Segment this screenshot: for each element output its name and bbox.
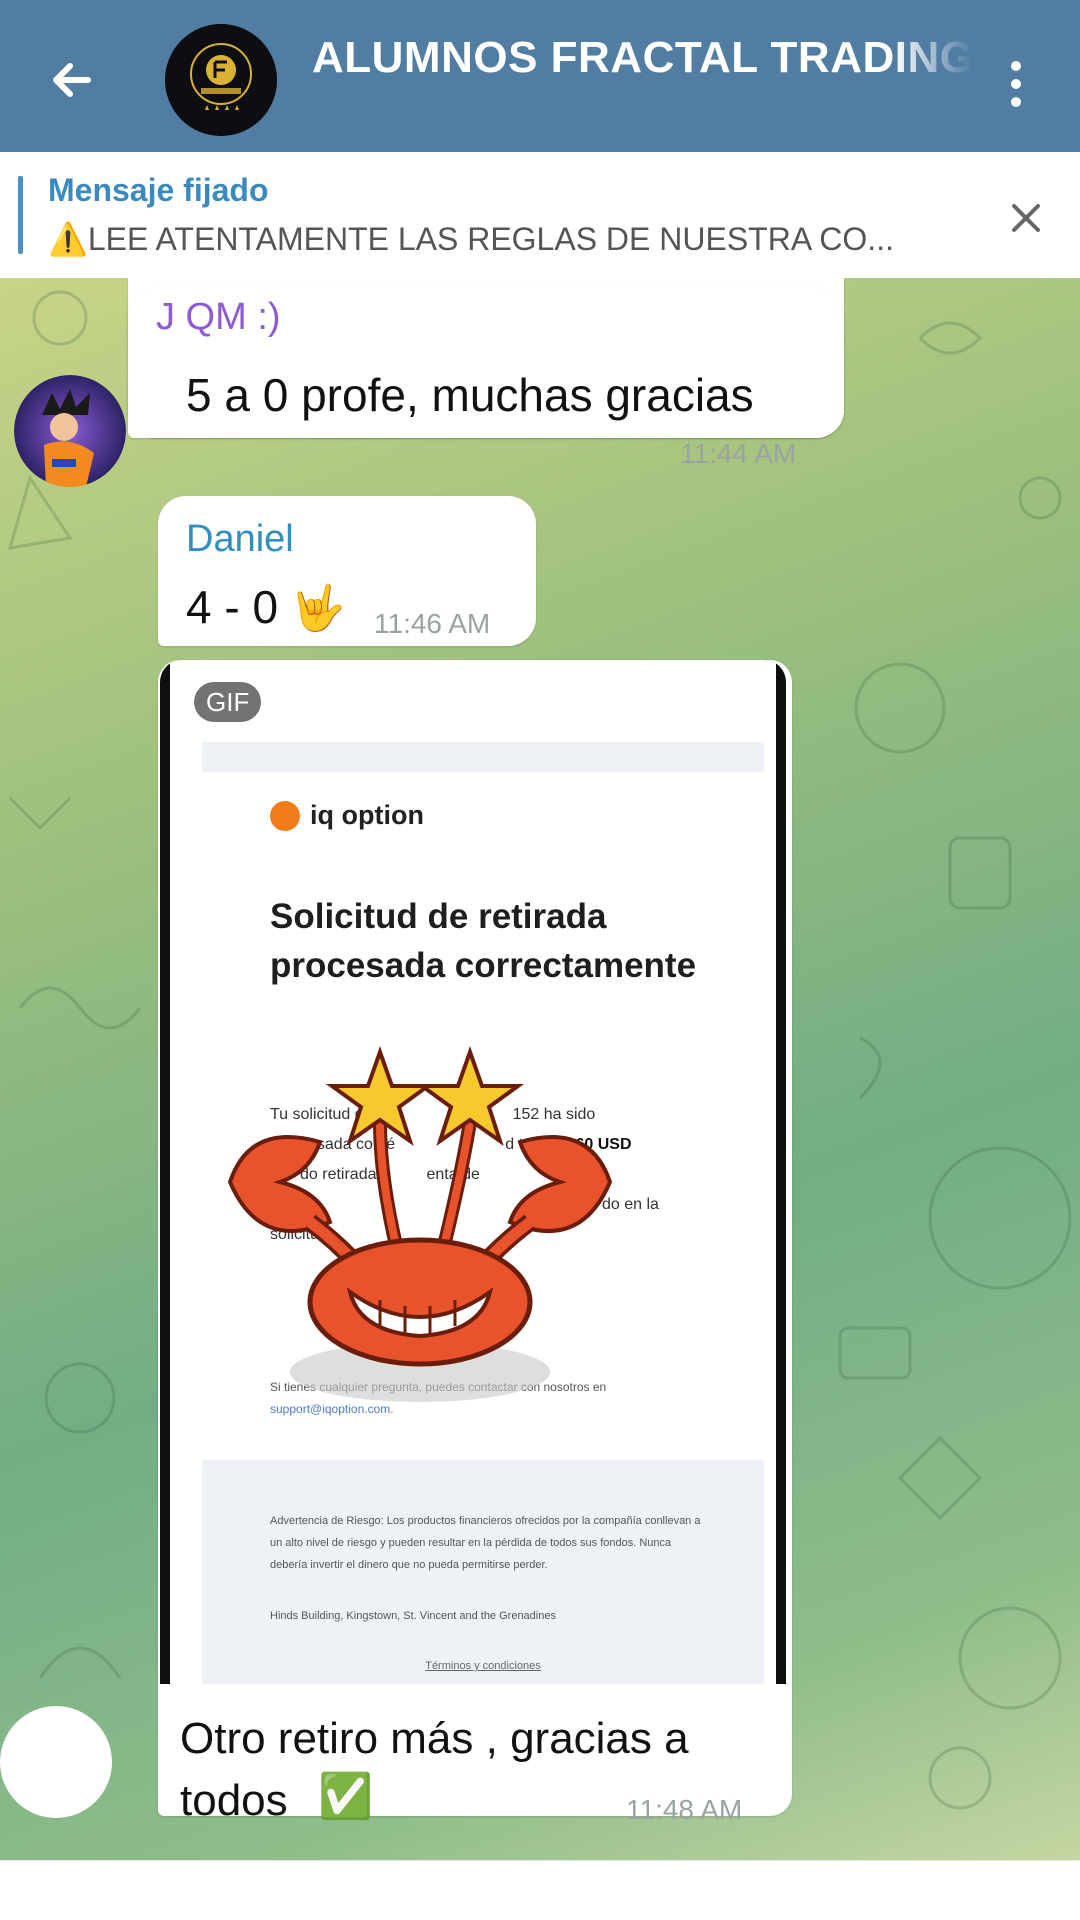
message-time: 11:46 AM [374,608,491,639]
pinned-text-content: LEE ATENTAMENTE LAS REGLAS DE NUESTRA CO… [87,221,894,257]
pinned-text: ⚠️LEE ATENTAMENTE LAS REGLAS DE NUESTRA … [48,220,948,258]
message-text-content: 4 - 0 [186,581,279,633]
iq-option-logo: iq option [270,800,424,831]
more-vertical-icon [1011,61,1021,107]
gif-badge: GIF [194,682,262,722]
more-menu-button[interactable] [996,56,1036,112]
email-footer: Advertencia de Riesgo: Los productos fin… [202,1460,764,1684]
user-avatar[interactable] [0,1706,112,1818]
terms-link: Términos y condiciones [425,1660,541,1672]
user-avatar[interactable] [14,375,126,487]
gif-media[interactable]: iq option Solicitud de retirada procesad… [160,660,786,1684]
message-time: 11:48 AM [626,1794,743,1825]
iq-option-logo-icon [270,800,300,831]
composer-divider [0,1860,1080,1861]
message-text: 5 a 0 profe, muchas gracias [186,369,754,421]
chat-header: ALUMNOS FRACTAL TRADING [0,0,1080,152]
pinned-title: Mensaje fijado [48,172,269,208]
group-avatar[interactable] [165,24,277,136]
rock-hand-emoji: 🤟 [290,584,346,633]
email-title: Solicitud de retirada procesada correcta… [270,897,697,985]
message-sender[interactable]: Daniel [186,518,294,561]
iq-option-brand: iq option [310,800,424,830]
pinned-close-button[interactable] [1000,192,1052,244]
crab-sticker [227,1045,613,1402]
fractal-logo [165,24,277,136]
pinned-indicator [18,176,23,254]
back-button[interactable] [40,48,104,112]
email-screenshot: iq option Solicitud de retirada procesad… [170,660,776,1684]
pinned-message-bar[interactable]: Mensaje fijado ⚠️LEE ATENTAMENTE LAS REG… [0,152,1080,279]
telegram-chat-screen: ALUMNOS FRACTAL TRADING Mensaje fijado ⚠… [0,0,1080,1920]
risk-warning: Advertencia de Riesgo: Los productos fin… [270,1515,701,1571]
message-sender[interactable]: J QM :) [156,296,281,339]
message-time: 11:44 AM [680,438,797,469]
avatar-image [14,375,126,487]
chat-title[interactable]: ALUMNOS FRACTAL TRADING [312,30,972,86]
warning-icon: ⚠️ [48,221,88,257]
arrow-left-icon [53,63,91,97]
company-address: Hinds Building, Kingstown, St. Vincent a… [270,1610,556,1622]
close-icon [1012,204,1040,232]
check-mark-emoji: ✅ [318,1772,373,1821]
message-composer[interactable] [0,1860,1080,1920]
message-text: 4 - 0 🤟 [186,580,346,634]
email-top-bar [202,742,764,772]
